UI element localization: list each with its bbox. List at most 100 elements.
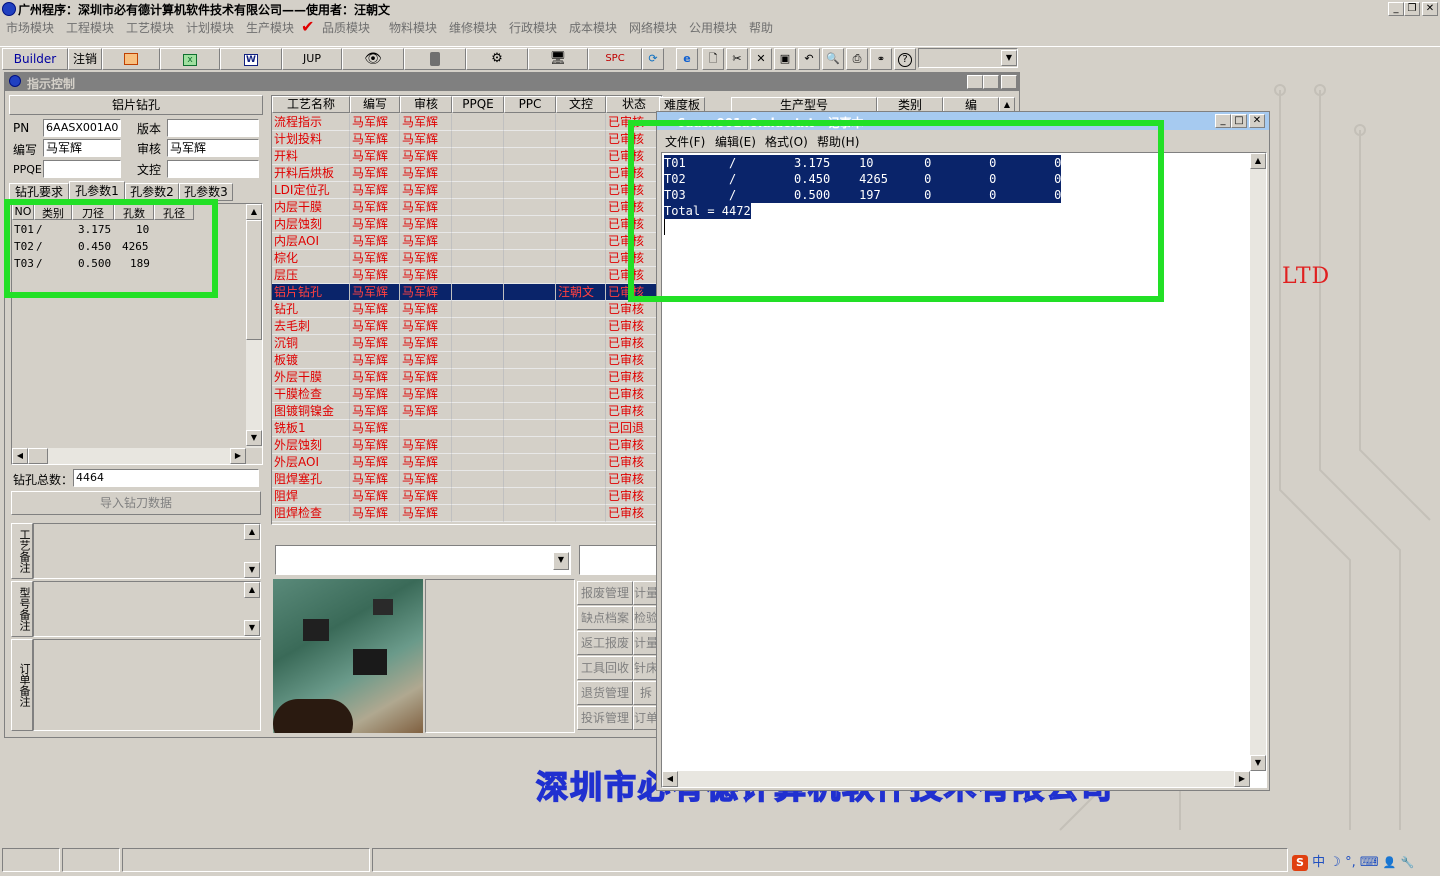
inner-close-button[interactable]: ✕ [1001, 75, 1017, 89]
table-row[interactable]: 流程指示 马军辉 马军辉 已审核 [272, 114, 662, 131]
notepad-close-button[interactable]: ✕ [1249, 114, 1265, 128]
table-row[interactable]: 内层AOI 马军辉 马军辉 已审核 [272, 233, 662, 250]
notepad-maximize-button[interactable]: □ [1231, 114, 1247, 128]
scroll-left-icon[interactable]: ◀ [662, 771, 678, 787]
pn-field[interactable]: 6AASX001A0 [43, 119, 121, 137]
menu-production[interactable]: 生产模块 [246, 19, 294, 36]
punctuation-icon[interactable]: °, [1345, 855, 1356, 870]
table-row[interactable]: 外层AOI 马军辉 马军辉 已审核 [272, 454, 662, 471]
restore-button[interactable]: ❐ [1404, 2, 1420, 16]
help-button[interactable]: ? [894, 48, 916, 70]
table-row[interactable]: 开料 马军辉 马军辉 已审核 [272, 148, 662, 165]
table-row[interactable]: 外层蚀刻 马军辉 马军辉 已审核 [272, 437, 662, 454]
builder-button[interactable]: Builder [2, 48, 68, 70]
side-button[interactable]: 投诉管理 [577, 706, 633, 730]
new-file-button[interactable]: 🗋 [702, 48, 724, 70]
scroll-down-icon[interactable]: ▼ [246, 430, 262, 446]
computer-button[interactable]: 🖥 [528, 48, 588, 70]
scroll-right-icon[interactable]: ▶ [230, 448, 246, 464]
table-row[interactable]: 开料后烘板 马军辉 马军辉 已审核 [272, 165, 662, 182]
chinese-mode-icon[interactable]: 中 [1312, 855, 1325, 870]
moon-icon[interactable]: ☽ [1329, 855, 1341, 870]
hscroll-thumb[interactable] [28, 448, 48, 464]
author-field[interactable]: 马军辉 [43, 139, 121, 157]
table-row[interactable]: 阻焊塞孔 马军辉 马军辉 已审核 [272, 471, 662, 488]
toolbar-combo[interactable]: ▼ [918, 48, 1018, 68]
inner-minimize-button[interactable]: _ [967, 75, 983, 89]
save-button[interactable]: ▣ [774, 48, 796, 70]
notepad-hscrollbar[interactable]: ◀ ▶ [662, 771, 1250, 787]
scroll-up-icon[interactable]: ▲ [246, 204, 262, 220]
find-button[interactable]: ⚭ [870, 48, 892, 70]
menu-maintenance[interactable]: 维修模块 [449, 19, 497, 36]
side-button[interactable]: 退货管理 [577, 681, 633, 705]
view-button[interactable]: 👁 [342, 48, 404, 70]
preview-button[interactable]: 🔍 [822, 48, 844, 70]
notepad-vscrollbar[interactable]: ▲ ▼ [1250, 153, 1266, 771]
table-row[interactable]: 棕化 马军辉 马军辉 已审核 [272, 250, 662, 267]
version-field[interactable] [167, 119, 259, 137]
review-field[interactable]: 马军辉 [167, 139, 259, 157]
table-row[interactable]: 铣板1 马军辉 已回退 [272, 420, 662, 437]
excel-export-button[interactable]: x [160, 48, 220, 70]
vertical-scrollbar[interactable]: ▲ ▼ [246, 204, 262, 448]
scroll-thumb[interactable] [246, 220, 262, 340]
logout-button[interactable]: 注销 [68, 48, 102, 70]
side-button[interactable]: 缺点档案 [577, 606, 633, 630]
tab-hole-params-1[interactable]: 孔参数1 [69, 181, 125, 201]
undo-button[interactable]: ↶ [798, 48, 820, 70]
bottom-combo[interactable]: ▼ [275, 545, 571, 575]
notepad-minimize-button[interactable]: _ [1215, 114, 1231, 128]
table-row[interactable]: 计划投料 马军辉 马军辉 已审核 [272, 131, 662, 148]
minimize-button[interactable]: _ [1388, 2, 1404, 16]
table-row[interactable]: 阻焊 马军辉 马军辉 已审核 [272, 488, 662, 505]
model-notes-field[interactable]: ▲ ▼ [33, 581, 261, 637]
table-row[interactable]: 内层蚀刻 马军辉 马军辉 已审核 [272, 216, 662, 233]
menu-material[interactable]: 物料模块 [389, 19, 437, 36]
horizontal-scrollbar[interactable]: ◀ ▶ [12, 448, 246, 464]
print-button[interactable]: ⎙ [846, 48, 868, 70]
close-button[interactable]: ✕ [1422, 2, 1438, 16]
table-row[interactable]: 阻焊检查 马军辉 马军辉 已审核 [272, 505, 662, 522]
table-row[interactable]: 干膜检查 马军辉 马军辉 已审核 [272, 386, 662, 403]
table-row[interactable]: 钻孔 马军辉 马军辉 已审核 [272, 301, 662, 318]
scroll-up-icon[interactable]: ▲ [244, 524, 260, 540]
cut-button[interactable]: ✂ [726, 48, 748, 70]
menu-cost[interactable]: 成本模块 [569, 19, 617, 36]
database-button[interactable] [404, 48, 466, 70]
table-row[interactable]: 沉铜 马军辉 马军辉 已审核 [272, 335, 662, 352]
scroll-left-icon[interactable]: ◀ [12, 448, 28, 464]
bottom-text-field[interactable] [579, 545, 659, 575]
menu-process[interactable]: 工艺模块 [126, 19, 174, 36]
table-row[interactable]: 去毛刺 马军辉 马军辉 已审核 [272, 318, 662, 335]
table-row[interactable]: 铝片钻孔 马军辉 马军辉 汪朝文 已审核 [272, 284, 662, 301]
total-holes-field[interactable]: 4464 [73, 469, 259, 487]
ime-toolbar[interactable]: S 中 ☽ °, ⌨ 👤 🔧 [1292, 851, 1438, 871]
inner-maximize-button[interactable]: □ [983, 75, 999, 89]
word-export-button[interactable]: W [220, 48, 282, 70]
scroll-right-icon[interactable]: ▶ [1234, 771, 1250, 787]
wrench-icon[interactable]: 🔧 [1401, 856, 1415, 869]
menu-admin[interactable]: 行政模块 [509, 19, 557, 36]
network-button[interactable]: ⚙ [466, 48, 528, 70]
jup-button[interactable]: JUP [282, 48, 342, 70]
sogou-icon[interactable]: S [1292, 855, 1308, 871]
refresh-button[interactable]: ⟳ [642, 48, 664, 70]
table-row[interactable]: 外层干膜 马军辉 马军辉 已审核 [272, 369, 662, 386]
table-row[interactable]: LDI定位孔 马军辉 马军辉 已审核 [272, 182, 662, 199]
spc-button[interactable]: SPC [588, 48, 642, 70]
menu-quality[interactable]: 品质模块 [322, 19, 370, 36]
menu-market[interactable]: 市场模块 [6, 19, 54, 36]
scroll-down-icon[interactable]: ▼ [1250, 755, 1266, 771]
table-row[interactable]: 板镀 马军辉 马军辉 已审核 [272, 352, 662, 369]
scroll-down-icon[interactable]: ▼ [244, 562, 260, 578]
keyboard-icon[interactable]: ⌨ [1360, 855, 1379, 870]
import-drill-data-button[interactable]: 导入钻刀数据 [11, 491, 261, 515]
user-icon[interactable]: 👤 [1383, 856, 1397, 869]
scroll-up-icon[interactable]: ▲ [1250, 153, 1266, 169]
side-button[interactable]: 报废管理 [577, 581, 633, 605]
ie-button[interactable]: e [676, 48, 698, 70]
scroll-up-icon[interactable]: ▲ [244, 582, 260, 598]
side-button[interactable]: 返工报废 [577, 631, 633, 655]
menu-engineering[interactable]: 工程模块 [66, 19, 114, 36]
